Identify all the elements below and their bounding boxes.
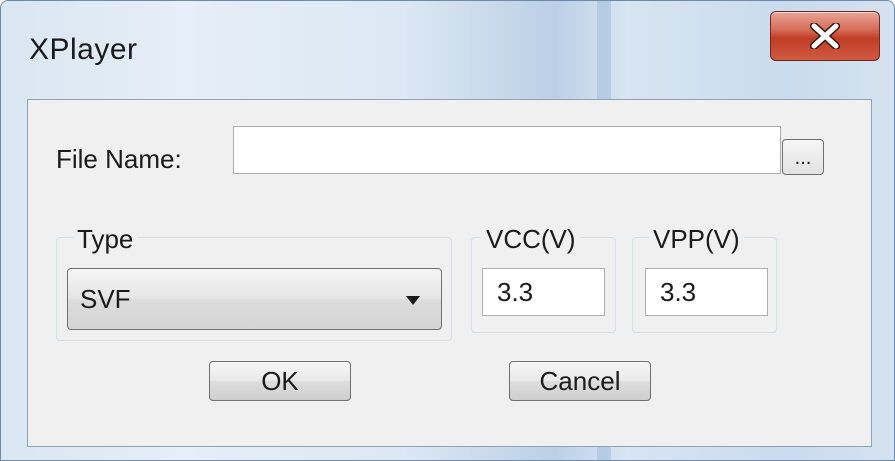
- type-group-label: Type: [73, 224, 138, 255]
- vcc-input[interactable]: 3.3: [482, 268, 605, 316]
- vcc-label: VCC(V): [482, 224, 580, 255]
- close-button[interactable]: [770, 11, 880, 61]
- dialog-content: File Name: ... Type SVF VCC(V) 3.3 VPP(V…: [27, 99, 872, 447]
- chevron-down-icon: [406, 296, 420, 305]
- type-select[interactable]: SVF: [67, 268, 442, 330]
- browse-button[interactable]: ...: [782, 139, 824, 175]
- vpp-input[interactable]: 3.3: [645, 268, 768, 316]
- xplayer-window: XPlayer File Name: ... Type SVF VCC(V) 3…: [0, 0, 895, 461]
- close-icon: [810, 23, 840, 49]
- type-selected-value: SVF: [80, 284, 131, 314]
- file-name-input[interactable]: [233, 126, 781, 174]
- ok-button[interactable]: OK: [209, 361, 351, 401]
- title-bar[interactable]: XPlayer: [1, 1, 894, 85]
- window-title: XPlayer: [29, 33, 138, 66]
- vpp-label: VPP(V): [649, 224, 744, 255]
- cancel-button[interactable]: Cancel: [509, 361, 651, 401]
- file-name-label: File Name:: [56, 144, 182, 174]
